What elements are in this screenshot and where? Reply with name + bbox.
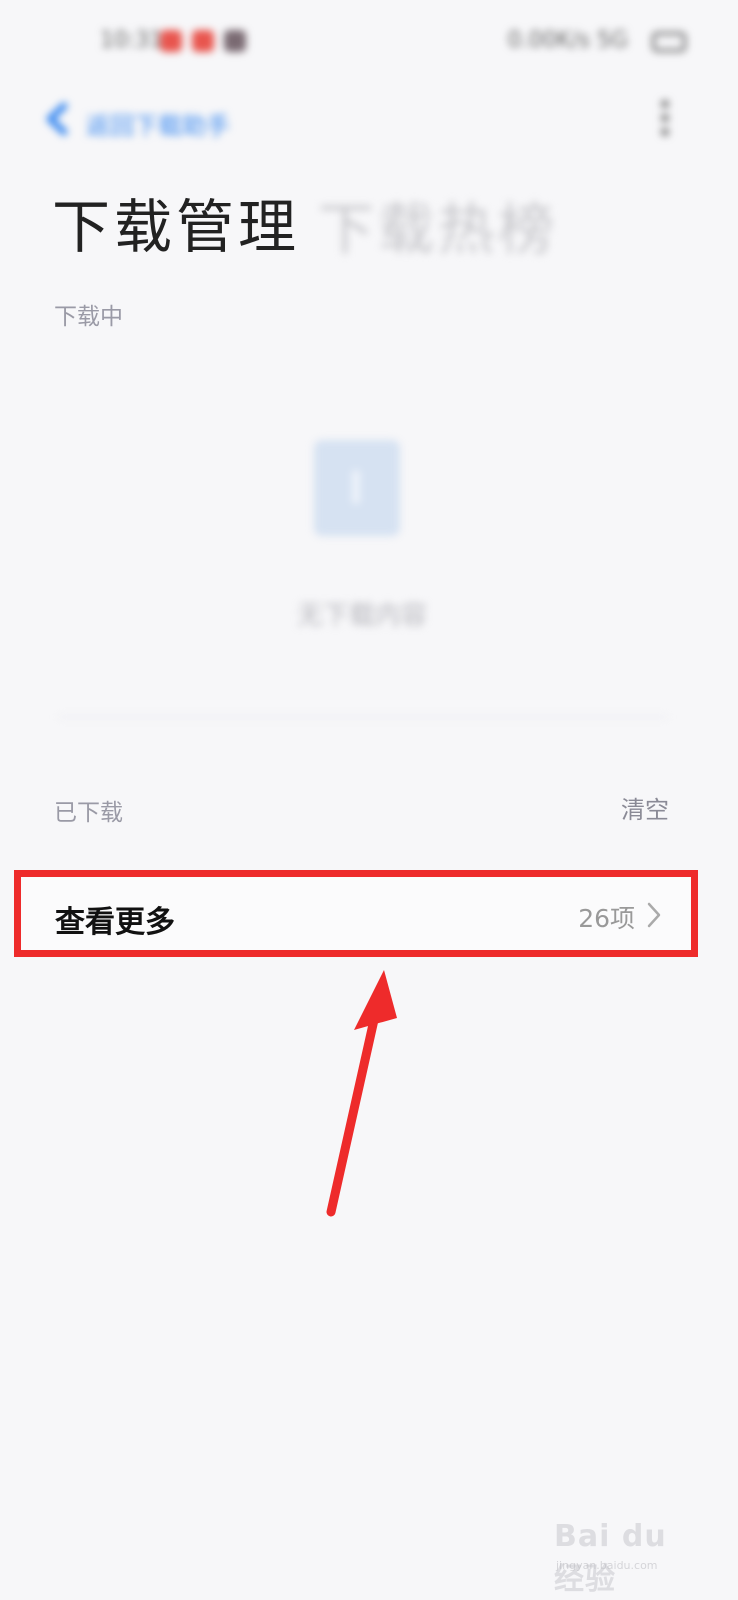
tab-download-manager[interactable]: 下载管理 bbox=[52, 180, 300, 264]
downloading-empty-state: 无下载内容 bbox=[40, 380, 684, 740]
watermark-url: jingyan.baidu.com bbox=[556, 1559, 658, 1572]
more-options-icon[interactable] bbox=[660, 100, 670, 140]
network-indicators: 0.00K/s 5G bbox=[507, 28, 628, 53]
battery-icon bbox=[652, 32, 686, 52]
notification-icon bbox=[224, 30, 246, 52]
section-label-downloaded: 已下载 bbox=[54, 800, 123, 826]
baidu-watermark: Bai du 经验 jingyan.baidu.com bbox=[554, 1505, 704, 1597]
item-count: 26项 bbox=[578, 904, 635, 933]
annotation-arrow-icon bbox=[326, 970, 397, 1217]
status-bar: 10:31 0.00K/s 5G bbox=[0, 0, 738, 90]
status-time: 10:31 bbox=[100, 28, 164, 53]
back-arrow-icon[interactable] bbox=[44, 102, 70, 136]
section-label-downloading: 下载中 bbox=[54, 304, 123, 330]
notification-icon bbox=[192, 30, 214, 52]
view-more-label: 查看更多 bbox=[55, 905, 175, 940]
empty-file-icon bbox=[314, 440, 400, 536]
back-link[interactable]: 返回下载助手 bbox=[86, 106, 230, 141]
tab-download-ranking[interactable]: 下载热榜 bbox=[318, 185, 558, 266]
chevron-right-icon bbox=[647, 902, 661, 928]
top-nav: 返回下载助手 bbox=[0, 96, 738, 146]
empty-state-text: 无下载内容 bbox=[296, 601, 427, 631]
clear-button[interactable]: 清空 bbox=[621, 790, 669, 825]
divider bbox=[58, 716, 668, 718]
view-more-row[interactable]: 查看更多 26项 bbox=[14, 870, 698, 957]
notification-icon bbox=[160, 30, 182, 52]
